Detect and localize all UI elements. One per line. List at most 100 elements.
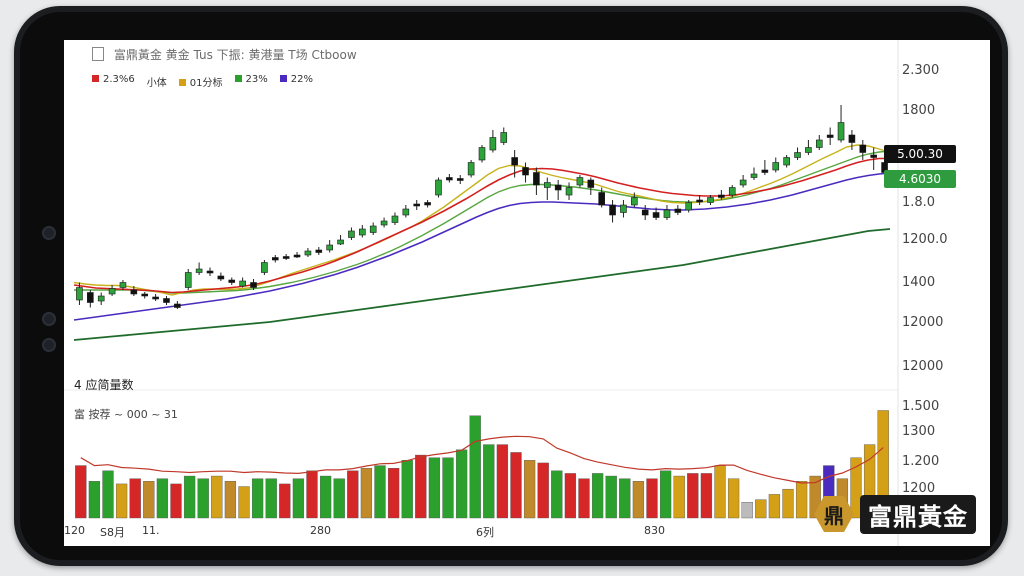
candle-body (413, 203, 421, 207)
price-tick-label: 12000 (902, 359, 943, 374)
candlestick-chart: 2.300 1800 1.8.0 1200.0 1400 12000 12000 1.500 1… (64, 40, 948, 546)
volume-bar (700, 473, 713, 519)
candle-body (108, 288, 116, 295)
volume-bar (347, 470, 359, 519)
volume-bar (306, 470, 318, 519)
volume-bar (265, 478, 277, 519)
volume-label: 富 按荐 ~ 000 ~ 31 (74, 408, 178, 421)
candle-body (674, 208, 682, 213)
candle-body (250, 282, 257, 288)
candle-body (794, 152, 801, 158)
candle-body (587, 179, 595, 188)
candle-body (718, 194, 725, 198)
candle-body (97, 295, 105, 302)
candle-body (761, 169, 769, 173)
candle-body (533, 172, 540, 186)
candle-body (522, 167, 529, 176)
volume-tick-label: 1300 (902, 424, 935, 439)
volume-bar (564, 473, 577, 519)
candle-body (315, 249, 323, 253)
volume-ma-line (80, 435, 884, 484)
candle-body (805, 147, 812, 153)
candle-body (739, 179, 747, 186)
ma-darkgreen-line (73, 228, 891, 341)
volume-bar (782, 488, 794, 519)
candle-body (870, 154, 877, 158)
volume-bar (632, 481, 645, 519)
volume-bar (143, 481, 155, 519)
volume-bar (442, 457, 454, 519)
candle-body (467, 162, 475, 176)
volume-tick-label: 1.500 (902, 399, 939, 414)
candle-body (174, 303, 181, 308)
volume-bar (795, 481, 808, 519)
candle-body (184, 272, 192, 288)
candle-body (565, 187, 573, 196)
legend-item[interactable]: 23% (234, 74, 268, 89)
volume-bar (727, 478, 740, 519)
volume-bar (211, 475, 223, 519)
legend-swatch-icon (178, 79, 186, 86)
volume-bar (170, 483, 182, 519)
volume-bar (415, 454, 427, 519)
volume-bar (224, 481, 237, 519)
volume-bar (387, 467, 400, 519)
legend-item[interactable]: 2.3%6 (92, 74, 135, 89)
indicator-legend: 2.3%6 小体 01分标 23% 22% (92, 74, 313, 89)
candle-body (478, 147, 486, 161)
candle-body (620, 204, 627, 213)
candle-body (119, 282, 127, 288)
volume-bar (605, 475, 617, 519)
candle-body (195, 268, 203, 273)
volume-bar (523, 460, 536, 519)
candle-body (815, 139, 823, 148)
volume-bar (755, 499, 767, 519)
volume-bar (238, 486, 250, 519)
price-tick-label: 2.300 (902, 63, 939, 78)
volume-bar (75, 465, 87, 519)
candle-body (554, 184, 562, 191)
candle-body (848, 134, 856, 143)
ma-price-badge: 4.6030 (884, 170, 956, 188)
brand-name: 富鼎黃金 (860, 494, 976, 534)
volume-bar (646, 478, 658, 519)
x-tick: 11. (142, 524, 160, 537)
volume-bar (469, 415, 481, 519)
volume-bar (551, 470, 563, 519)
candle-body (87, 292, 94, 303)
candle-body (500, 132, 508, 143)
x-tick: 120 (64, 524, 85, 537)
candle-body (369, 225, 377, 233)
document-icon (92, 47, 104, 61)
candle-body (837, 122, 845, 141)
camera-dot-2-icon (42, 312, 56, 326)
volume-bar (659, 470, 672, 519)
candle-body (261, 262, 268, 273)
candle-body (728, 187, 736, 196)
candle-body (750, 173, 758, 178)
legend-item[interactable]: 01分标 (178, 74, 223, 89)
volume-bar (673, 475, 685, 519)
candle-body (359, 228, 366, 236)
volume-bar (115, 483, 128, 519)
candle-body (511, 157, 518, 166)
legend-item[interactable]: 22% (279, 74, 313, 89)
candle-body (631, 197, 638, 206)
last-price-badge: 5.00.30 (884, 145, 956, 163)
volume-bar (292, 478, 305, 519)
candle-body (239, 280, 246, 287)
candle-body (435, 179, 442, 196)
price-tick-label: 1200.0 (902, 232, 948, 247)
candle-body (271, 257, 279, 261)
candle-body (783, 157, 790, 166)
candle-body (402, 208, 410, 216)
candle-body (543, 182, 551, 188)
candle-body (348, 230, 355, 238)
volume-tick-label: 1.200 (902, 454, 939, 469)
volume-bar (102, 470, 114, 519)
camera-dot-1-icon (42, 226, 56, 240)
candle-body (641, 209, 649, 216)
legend-item[interactable]: 小体 (147, 74, 167, 89)
x-tick: S8月 (100, 526, 125, 539)
panel-subtitle: 4 应简量数 (74, 378, 134, 392)
